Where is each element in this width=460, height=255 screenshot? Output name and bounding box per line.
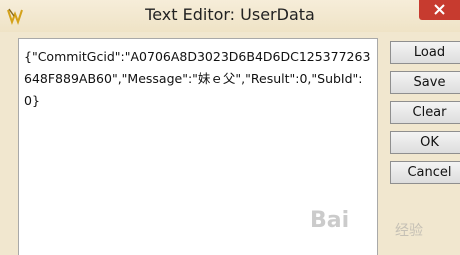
- watermark: Bai 经验: [310, 208, 460, 248]
- title-bar[interactable]: Text Editor: UserData: [0, 0, 460, 32]
- text-editor-window: Text Editor: UserData {"CommitGcid":"A07…: [0, 0, 460, 255]
- editor-content[interactable]: {"CommitGcid":"A0706A8D3023D6B4D6DC12537…: [24, 46, 376, 112]
- watermark-sub: 经验: [395, 223, 423, 239]
- close-icon: [434, 4, 445, 15]
- close-button[interactable]: [419, 0, 460, 20]
- cancel-button[interactable]: Cancel: [390, 161, 460, 184]
- save-button[interactable]: Save: [390, 71, 460, 94]
- ok-button[interactable]: OK: [390, 131, 460, 154]
- clear-button[interactable]: Clear: [390, 101, 460, 124]
- window-title: Text Editor: UserData: [145, 5, 315, 24]
- watermark-brand: Bai: [310, 208, 350, 233]
- load-button[interactable]: Load: [390, 41, 460, 64]
